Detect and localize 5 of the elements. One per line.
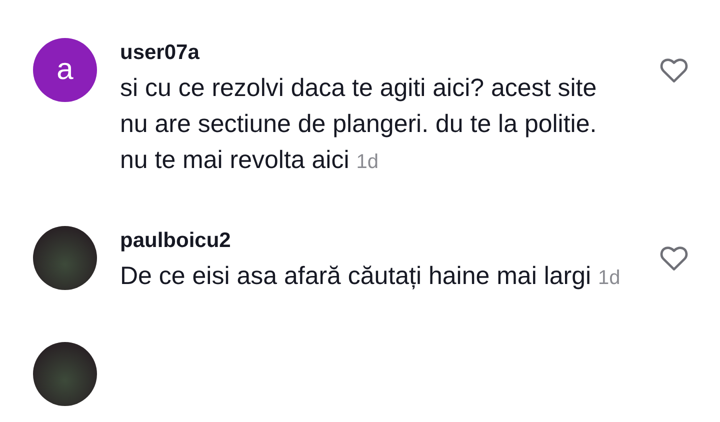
username[interactable]: user07a <box>120 38 630 68</box>
username[interactable]: paulboicu2 <box>120 226 630 256</box>
comment-text: si cu ce rezolvi daca te agiti aici? acest site nu are sectiune de plangeri. du te la politie. nu te mai revolta aici 1d <box>120 73 598 176</box>
comment-text: De ce eisi asa afară căutați haine mai largi 1d <box>120 261 622 292</box>
avatar[interactable]: a <box>33 38 97 102</box>
